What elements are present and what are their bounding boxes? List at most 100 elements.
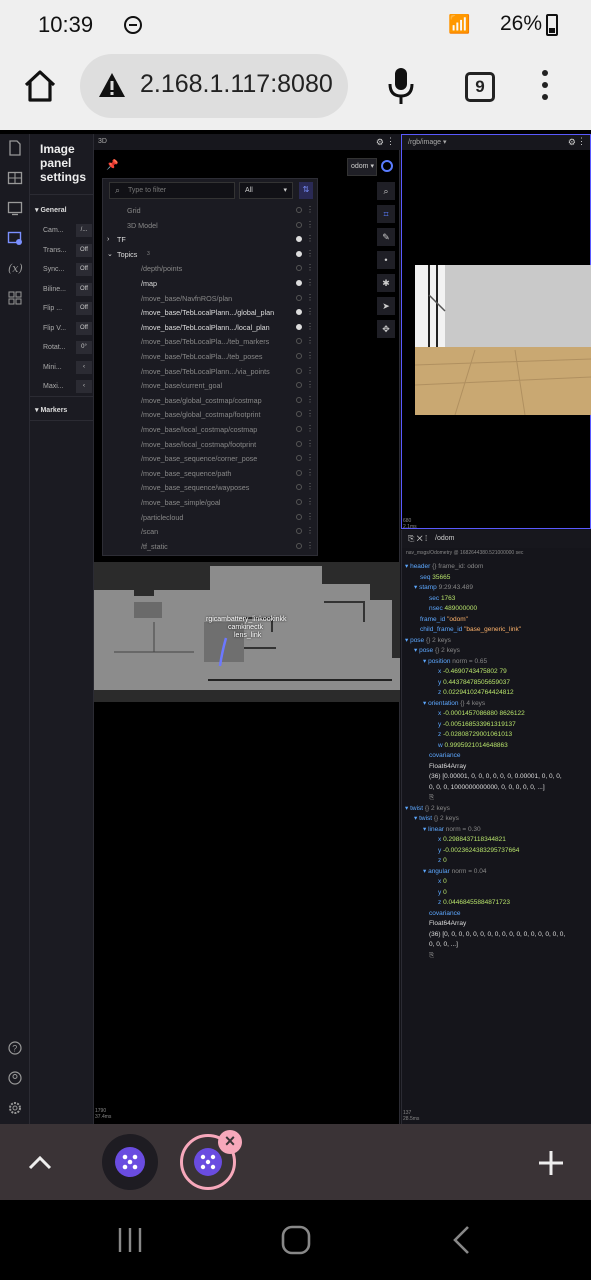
- frame-select[interactable]: odom ▾: [347, 158, 377, 176]
- layer-row[interactable]: /move_base/TebLocalPlann.../global_plan ⋮: [103, 305, 319, 320]
- layer-menu-icon[interactable]: ⋮: [306, 263, 314, 272]
- expand-toggle-icon[interactable]: ▾: [423, 700, 426, 707]
- visibility-toggle[interactable]: [296, 528, 302, 535]
- ruler-icon[interactable]: ⌗: [377, 205, 395, 223]
- layer-row[interactable]: /move_base/TebLocalPlann.../local_plan ⋮: [103, 320, 319, 335]
- settings-gear-icon[interactable]: [7, 1100, 23, 1116]
- panel-settings-icon[interactable]: [7, 200, 23, 216]
- setting-value[interactable]: ‹: [76, 360, 92, 374]
- tab-switcher-button[interactable]: 9: [465, 72, 495, 102]
- layer-menu-icon[interactable]: ⋮: [306, 409, 314, 418]
- search-icon[interactable]: ⌕: [377, 182, 395, 200]
- help-icon[interactable]: ?: [7, 1040, 23, 1056]
- visibility-toggle[interactable]: [296, 280, 302, 286]
- visibility-toggle[interactable]: [296, 294, 302, 301]
- expand-chevron-icon[interactable]: ›: [107, 234, 109, 243]
- layer-menu-icon[interactable]: ⋮: [306, 541, 314, 550]
- home-icon[interactable]: [22, 68, 58, 104]
- layer-row[interactable]: 3D Model ⋮: [103, 218, 319, 233]
- layer-row[interactable]: /move_base/global_costmap/costmap ⋮: [103, 393, 319, 408]
- layer-row[interactable]: /move_base/TebLocalPla.../teb_poses ⋮: [103, 349, 319, 364]
- setting-row[interactable]: Flip ... Off: [30, 301, 94, 317]
- visibility-toggle[interactable]: [296, 542, 302, 549]
- panel-settings-active-icon[interactable]: [7, 230, 23, 246]
- filter-select[interactable]: All: [239, 182, 293, 199]
- layer-menu-icon[interactable]: ⋮: [306, 366, 314, 375]
- more-menu-icon[interactable]: [540, 70, 550, 104]
- microphone-icon[interactable]: [386, 66, 416, 106]
- expand-toggle-icon[interactable]: ▾: [423, 826, 426, 833]
- setting-row[interactable]: Maxi... ‹: [30, 379, 94, 395]
- general-section-header[interactable]: ▾ General: [30, 206, 94, 214]
- layer-menu-icon[interactable]: ⋮: [306, 482, 314, 491]
- 3d-panel[interactable]: 3D ⚙ ⋮ 📌 odom ▾ ⌕ ⌗ ✎ • ✱ ➤ ✥ Type to fi…: [94, 134, 400, 1124]
- setting-row[interactable]: Trans... Off: [30, 243, 94, 259]
- expand-toggle-icon[interactable]: ▾: [405, 805, 408, 812]
- extensions-icon[interactable]: [7, 290, 23, 306]
- layer-row[interactable]: › TF ⋮: [103, 232, 319, 247]
- tree-row[interactable]: ▾ header {} frame_id: odom: [405, 562, 591, 573]
- address-bar[interactable]: 2.168.1.117:8080: [80, 54, 348, 118]
- layer-menu-icon[interactable]: ⋮: [306, 526, 314, 535]
- visibility-toggle[interactable]: [296, 221, 302, 228]
- setting-row[interactable]: Rotat... 0°: [30, 340, 94, 356]
- tree-row[interactable]: ▾ twist {} 2 keys: [405, 814, 591, 825]
- layer-menu-icon[interactable]: ⋮: [306, 249, 314, 258]
- visibility-toggle[interactable]: [296, 396, 302, 403]
- layer-menu-icon[interactable]: ⋮: [306, 234, 314, 243]
- setting-value[interactable]: Off: [76, 243, 92, 257]
- tree-row[interactable]: ▾ pose {} 2 keys: [405, 636, 591, 647]
- layer-menu-icon[interactable]: ⋮: [306, 424, 314, 433]
- move-icon[interactable]: ✥: [377, 320, 395, 338]
- camera-image[interactable]: [415, 265, 591, 415]
- pen-icon[interactable]: ✎: [377, 228, 395, 246]
- layer-row[interactable]: /move_base/NavfnROS/plan ⋮: [103, 291, 319, 306]
- setting-value[interactable]: ‹: [76, 380, 92, 393]
- layer-row[interactable]: /move_base_simple/goal ⋮: [103, 495, 319, 510]
- setting-row[interactable]: Mini... ‹: [30, 360, 94, 376]
- layer-row[interactable]: /move_base/TebLocalPla.../teb_markers ⋮: [103, 334, 319, 349]
- visibility-toggle[interactable]: [296, 426, 302, 432]
- expand-toggle-icon[interactable]: ▾: [414, 815, 417, 822]
- account-icon[interactable]: [7, 1070, 23, 1086]
- variables-icon[interactable]: (x): [7, 260, 23, 276]
- layer-row[interactable]: /map ⋮: [103, 276, 319, 291]
- image-panel[interactable]: /rgb/image ▾ ⚙ ⋮ 680 2.1ms: [401, 134, 591, 530]
- filter-options-button[interactable]: ⇅: [299, 182, 313, 199]
- layer-row[interactable]: /move_base_sequence/wayposes ⋮: [103, 480, 319, 495]
- setting-value[interactable]: /...: [76, 224, 92, 237]
- visibility-toggle[interactable]: [296, 499, 302, 505]
- layer-menu-icon[interactable]: ⋮: [306, 336, 314, 345]
- panel-settings-icon[interactable]: ⚙: [568, 137, 576, 148]
- layer-menu-icon[interactable]: ⋮: [306, 278, 314, 287]
- visibility-toggle[interactable]: [296, 469, 302, 476]
- point-icon[interactable]: •: [377, 251, 395, 269]
- setting-value[interactable]: 0°: [76, 341, 92, 354]
- layer-menu-icon[interactable]: ⋮: [306, 380, 314, 389]
- layer-menu-icon[interactable]: ⋮: [306, 307, 314, 316]
- filter-input[interactable]: Type to filter: [109, 182, 235, 199]
- plus-icon[interactable]: [536, 1148, 566, 1178]
- select-cursor-icon[interactable]: ➤: [377, 297, 395, 315]
- visibility-toggle[interactable]: [296, 440, 302, 447]
- layer-menu-icon[interactable]: ⋮: [306, 439, 314, 448]
- setting-value[interactable]: Off: [76, 321, 92, 335]
- visibility-toggle[interactable]: [296, 250, 302, 257]
- visibility-toggle[interactable]: [296, 236, 302, 243]
- layer-row[interactable]: /move_base/TebLocalPlann.../via_points ⋮: [103, 364, 319, 379]
- layer-row[interactable]: /move_base/global_costmap/footprint ⋮: [103, 407, 319, 422]
- visibility-toggle[interactable]: [296, 367, 302, 374]
- home-nav-icon[interactable]: [280, 1224, 312, 1256]
- visibility-toggle[interactable]: [296, 455, 302, 462]
- warning-icon[interactable]: [98, 72, 126, 98]
- copy-expand-icons[interactable]: ⎘ ✕ ⁞: [408, 534, 427, 544]
- visibility-toggle[interactable]: [296, 353, 302, 359]
- app-tab-icon[interactable]: [102, 1134, 158, 1190]
- settings-icon[interactable]: ✱: [377, 274, 395, 292]
- layer-row[interactable]: /tf_static ⋮: [103, 539, 319, 554]
- raw-messages-panel[interactable]: ⎘ ✕ ⁞ /odom nav_msgs/Odometry @ 16826443…: [401, 530, 591, 1124]
- layer-row[interactable]: ⌄ Topics 3 ⋮: [103, 247, 319, 262]
- panel-menu-icon[interactable]: ⋮: [577, 136, 586, 147]
- expand-toggle-icon[interactable]: ▾: [405, 637, 408, 644]
- setting-value[interactable]: Off: [76, 302, 92, 315]
